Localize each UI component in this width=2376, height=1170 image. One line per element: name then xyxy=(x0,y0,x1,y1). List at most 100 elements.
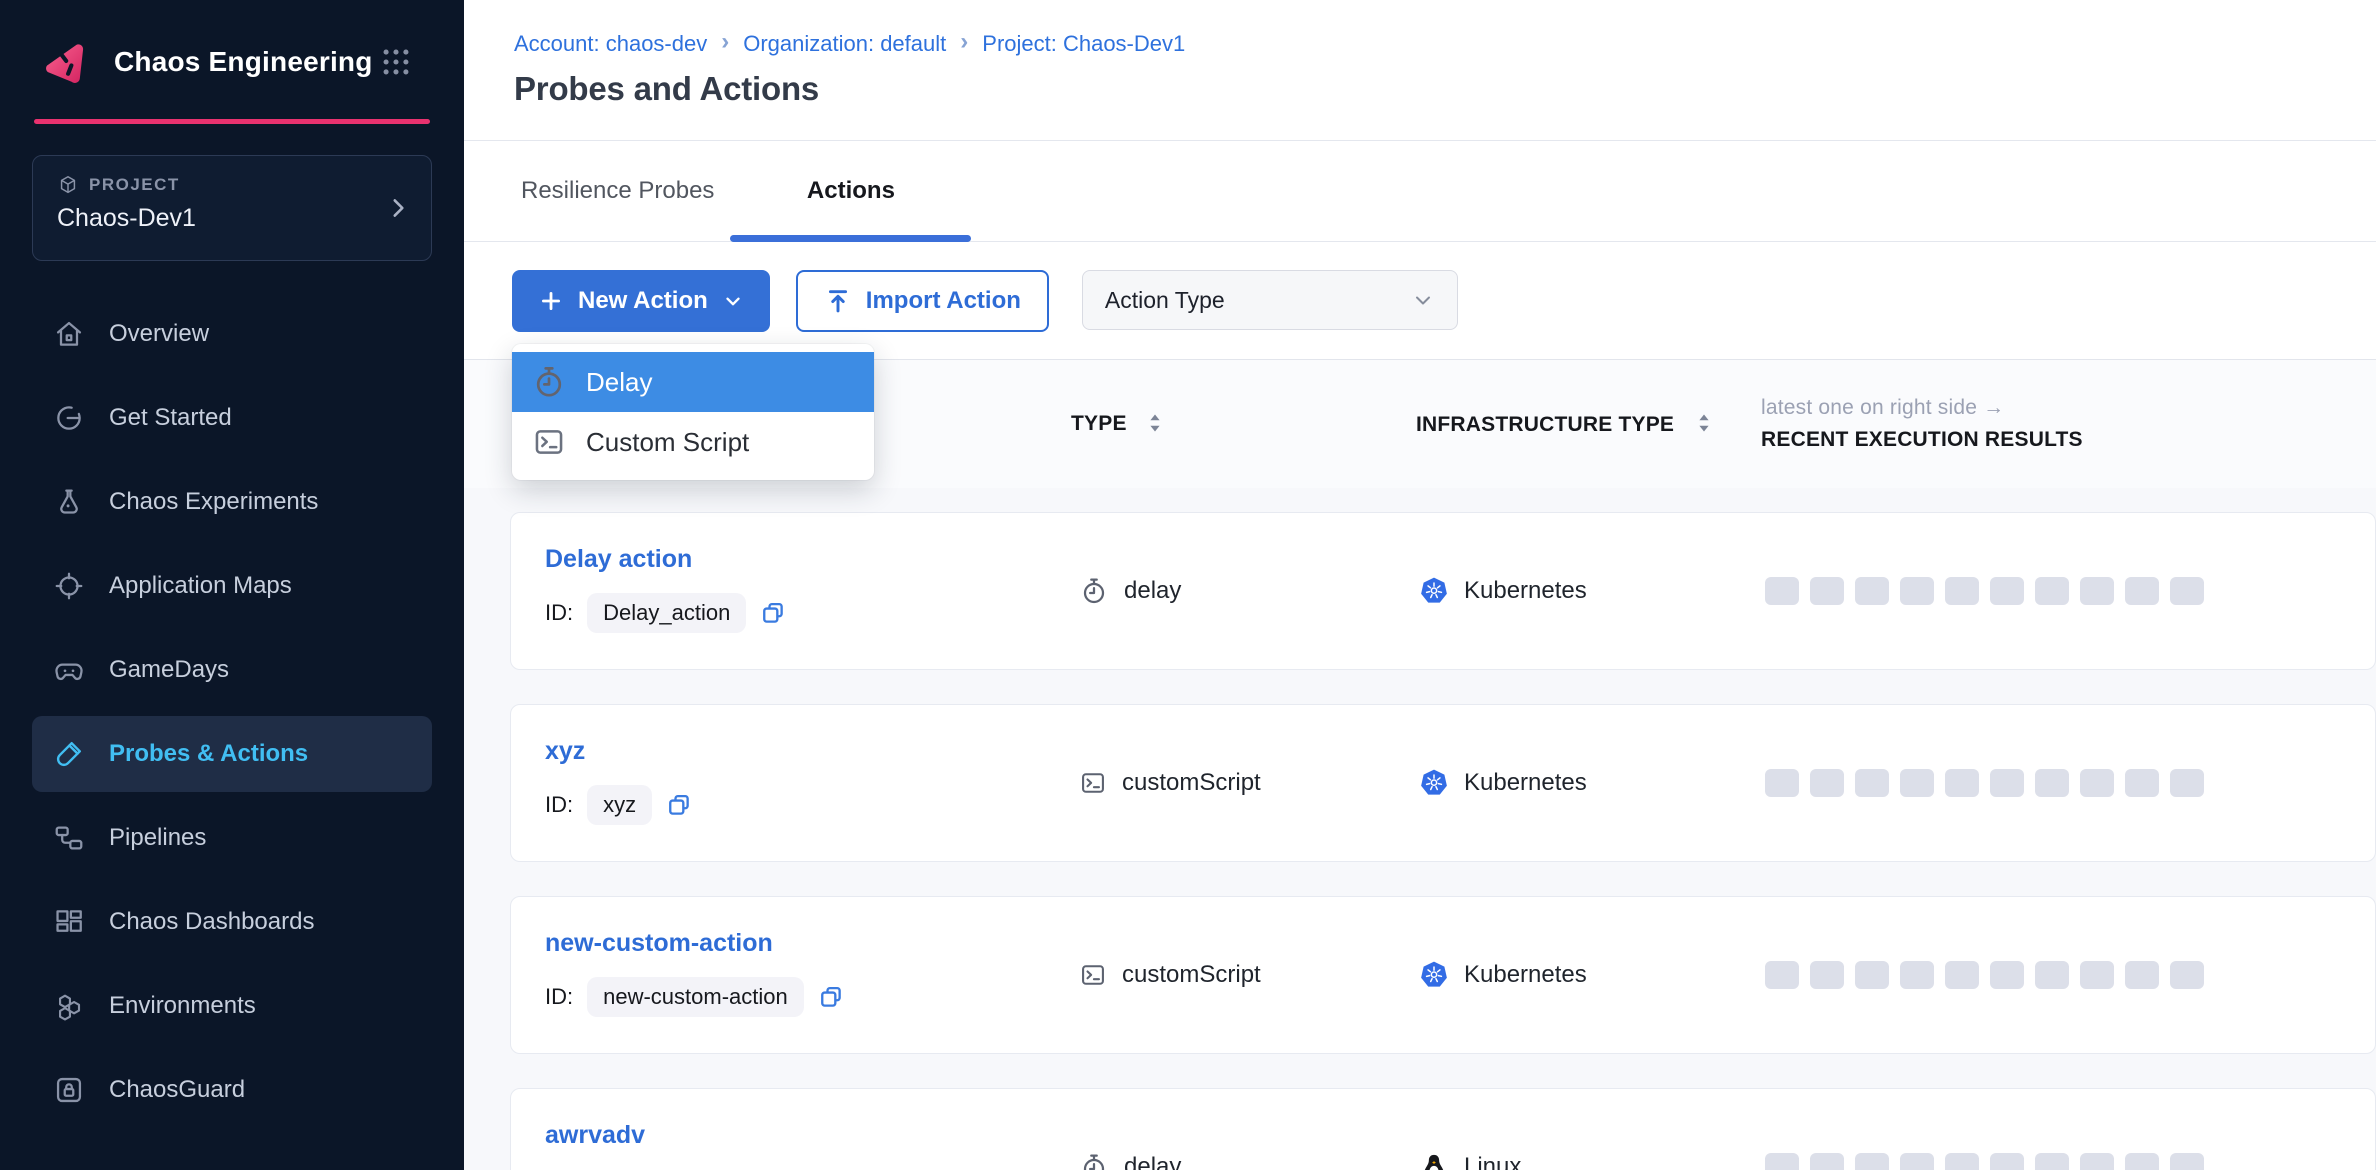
breadcrumb-project[interactable]: Project: Chaos-Dev1 xyxy=(982,31,1185,57)
tab-actions[interactable]: Actions xyxy=(730,141,971,241)
execution-result-placeholder xyxy=(1810,769,1844,797)
main-content: Account: chaos-dev › Organization: defau… xyxy=(464,0,2376,1170)
execution-result-placeholder xyxy=(2080,769,2114,797)
toolbar: New Action Import Action Action Type xyxy=(464,242,2376,359)
sort-icon[interactable] xyxy=(1692,411,1716,437)
action-name-link[interactable]: awrvadv xyxy=(545,1121,645,1150)
dashboard-icon xyxy=(52,905,86,939)
sidebar-item-get-started[interactable]: Get Started xyxy=(32,380,432,456)
breadcrumb-account[interactable]: Account: chaos-dev xyxy=(514,31,707,57)
test-tube-icon xyxy=(52,737,86,771)
sidebar-item-label: Probes & Actions xyxy=(109,740,308,768)
execution-result-placeholder xyxy=(1810,1153,1844,1170)
recent-execution-results xyxy=(1765,1089,2204,1170)
copy-icon[interactable] xyxy=(758,598,788,628)
copy-icon[interactable] xyxy=(664,790,694,820)
cube-icon xyxy=(57,174,79,196)
sidebar-item-application-maps[interactable]: Application Maps xyxy=(32,548,432,624)
menu-item-delay[interactable]: Delay xyxy=(512,352,874,412)
project-label: PROJECT xyxy=(89,175,180,195)
recent-execution-results xyxy=(1765,705,2204,861)
sidebar-item-label: ChaosGuard xyxy=(109,1076,245,1104)
sidebar-item-gamedays[interactable]: GameDays xyxy=(32,632,432,708)
action-type-filter[interactable]: Action Type xyxy=(1082,270,1458,330)
infrastructure-cell: Linux xyxy=(1419,1089,1521,1170)
chaos-engineering-logo-icon xyxy=(38,36,90,88)
execution-result-placeholder xyxy=(1855,577,1889,605)
sidebar-item-label: Chaos Experiments xyxy=(109,488,318,516)
sidebar-item-chaos-dashboards[interactable]: Chaos Dashboards xyxy=(32,884,432,960)
action-id: ID: new-custom-action xyxy=(545,977,846,1017)
recent-execution-results xyxy=(1765,897,2204,1053)
column-header-recent-execution-results: latest one on right side → RECENT EXECUT… xyxy=(1761,360,2083,488)
actions-list: Delay action ID: Delay_action delay Kube… xyxy=(464,488,2376,1170)
import-action-button[interactable]: Import Action xyxy=(796,270,1049,332)
execution-result-placeholder xyxy=(2170,1153,2204,1170)
chevron-down-icon xyxy=(1411,288,1435,312)
hexagons-icon xyxy=(52,989,86,1023)
execution-result-placeholder xyxy=(2035,961,2069,989)
table-row: new-custom-action ID: new-custom-action … xyxy=(510,896,2376,1054)
execution-result-placeholder xyxy=(1945,961,1979,989)
app-switcher-grid-icon[interactable] xyxy=(378,44,414,80)
recent-execution-results xyxy=(1765,513,2204,669)
sidebar-item-chaos-experiments[interactable]: Chaos Experiments xyxy=(32,464,432,540)
execution-result-placeholder xyxy=(2080,961,2114,989)
action-name-link[interactable]: new-custom-action xyxy=(545,929,773,958)
sidebar-nav: Overview Get Started Chaos Experiments A… xyxy=(0,296,464,1128)
home-icon xyxy=(52,317,86,351)
flask-icon xyxy=(52,485,86,519)
execution-result-placeholder xyxy=(1945,769,1979,797)
sidebar-item-probes-and-actions[interactable]: Probes & Actions xyxy=(32,716,432,792)
project-name: Chaos-Dev1 xyxy=(57,204,407,233)
type-cell: delay xyxy=(1079,1089,1181,1170)
column-header-infrastructure-type: INFRASTRUCTURE TYPE xyxy=(1416,360,1716,488)
infrastructure-cell: Kubernetes xyxy=(1419,705,1587,861)
execution-result-placeholder xyxy=(1855,961,1889,989)
execution-result-placeholder xyxy=(2035,577,2069,605)
kubernetes-icon xyxy=(1419,576,1449,606)
tab-resilience-probes[interactable]: Resilience Probes xyxy=(521,141,714,241)
sidebar-item-label: Environments xyxy=(109,992,256,1020)
action-type-value: Action Type xyxy=(1105,287,1225,314)
menu-item-custom-script[interactable]: Custom Script xyxy=(512,412,874,472)
project-selector[interactable]: PROJECT Chaos-Dev1 xyxy=(32,155,432,261)
action-name-link[interactable]: Delay action xyxy=(545,545,692,574)
breadcrumb-organization[interactable]: Organization: default xyxy=(743,31,946,57)
execution-result-placeholder xyxy=(2035,1153,2069,1170)
sidebar-item-environments[interactable]: Environments xyxy=(32,968,432,1044)
execution-result-placeholder xyxy=(1900,1153,1934,1170)
sort-icon[interactable] xyxy=(1143,411,1167,437)
copy-icon[interactable] xyxy=(816,982,846,1012)
chevron-right-icon: › xyxy=(721,28,729,56)
table-row: awrvadv delay Linux xyxy=(510,1088,2376,1170)
kubernetes-icon xyxy=(1419,960,1449,990)
sidebar-item-label: GameDays xyxy=(109,656,229,684)
execution-result-placeholder xyxy=(1855,1153,1889,1170)
terminal-icon xyxy=(530,423,568,461)
execution-result-placeholder xyxy=(2035,769,2069,797)
get-started-icon xyxy=(52,401,86,435)
sidebar-item-pipelines[interactable]: Pipelines xyxy=(32,800,432,876)
terminal-icon xyxy=(1079,961,1107,989)
execution-result-placeholder xyxy=(1900,961,1934,989)
execution-result-placeholder xyxy=(1810,961,1844,989)
new-action-button[interactable]: New Action xyxy=(512,270,770,332)
sidebar-item-chaosguard[interactable]: ChaosGuard xyxy=(32,1052,432,1128)
chevron-right-icon xyxy=(385,195,411,221)
type-cell: customScript xyxy=(1079,897,1261,1053)
type-cell: delay xyxy=(1079,513,1181,669)
stopwatch-icon xyxy=(1079,1152,1109,1170)
execution-result-placeholder xyxy=(2125,769,2159,797)
execution-result-placeholder xyxy=(1945,577,1979,605)
sidebar-item-label: Pipelines xyxy=(109,824,206,852)
type-cell: customScript xyxy=(1079,705,1261,861)
execution-result-placeholder xyxy=(1765,769,1799,797)
execution-result-placeholder xyxy=(1990,769,2024,797)
sidebar-item-overview[interactable]: Overview xyxy=(32,296,432,372)
linux-icon xyxy=(1419,1152,1449,1170)
execution-result-placeholder xyxy=(1765,577,1799,605)
action-name-link[interactable]: xyz xyxy=(545,737,585,766)
execution-result-placeholder xyxy=(1990,961,2024,989)
import-action-label: Import Action xyxy=(866,287,1021,315)
